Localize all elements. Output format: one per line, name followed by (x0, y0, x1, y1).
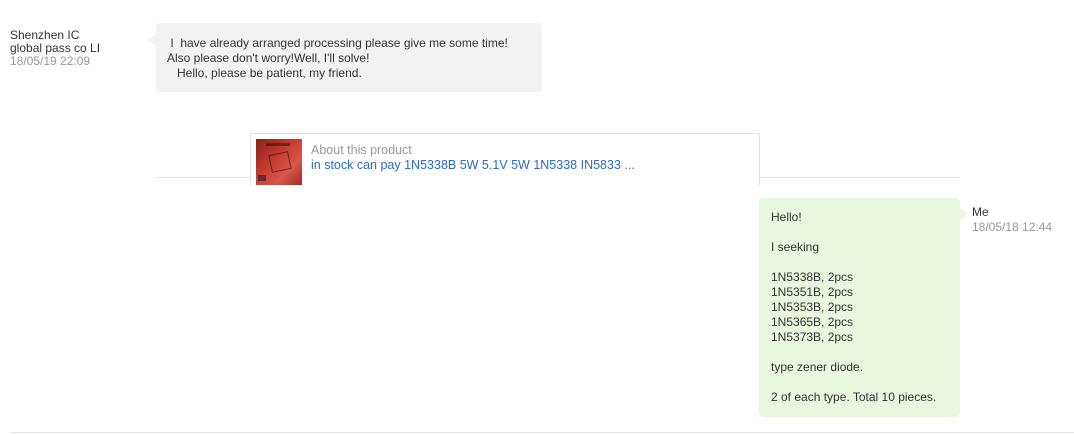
incoming-message-line: Also please don't worry!Well, I'll solve… (167, 51, 370, 65)
outgoing-intro: I seeking (771, 240, 820, 254)
list-item: 1N5351B, 2pcs (771, 285, 854, 299)
outgoing-timestamp: 18/05/18 12:44 (972, 220, 1053, 234)
product-title-link[interactable]: in stock can pay 1N5338B 5W 5.1V 5W 1N53… (311, 158, 635, 172)
bottom-divider (10, 432, 1074, 433)
outgoing-type-line: type zener diode. (771, 360, 864, 374)
list-item: 1N5373B, 2pcs (771, 330, 854, 344)
outgoing-item-list: 1N5338B, 2pcs 1N5351B, 2pcs 1N5353B, 2pc… (771, 270, 949, 345)
outgoing-sender-info: Me 18/05/18 12:44 (972, 205, 1072, 235)
product-thumbnail-image[interactable] (256, 139, 302, 185)
incoming-timestamp: 18/05/19 22:09 (10, 54, 91, 68)
outgoing-message-bubble: Hello! I seeking 1N5338B, 2pcs 1N5351B, … (759, 198, 968, 417)
list-item: 1N5353B, 2pcs (771, 300, 854, 314)
incoming-message-bubble: I have already arranged processing pleas… (148, 23, 542, 92)
incoming-message-line: Hello, please be patient, my friend. (167, 66, 362, 80)
product-card[interactable]: About this product in stock can pay 1N53… (250, 133, 760, 185)
outgoing-greeting: Hello! (771, 210, 802, 224)
product-card-label: About this product (311, 143, 412, 157)
list-item: 1N5365B, 2pcs (771, 315, 854, 329)
incoming-message-line: I have already arranged processing pleas… (167, 36, 508, 50)
outgoing-total-line: 2 of each type. Total 10 pieces. (771, 390, 937, 404)
incoming-sender-info: Shenzhen IC global pass co LI 18/05/19 2… (10, 29, 130, 68)
outgoing-sender-name: Me (972, 205, 989, 219)
list-item: 1N5338B, 2pcs (771, 270, 854, 284)
